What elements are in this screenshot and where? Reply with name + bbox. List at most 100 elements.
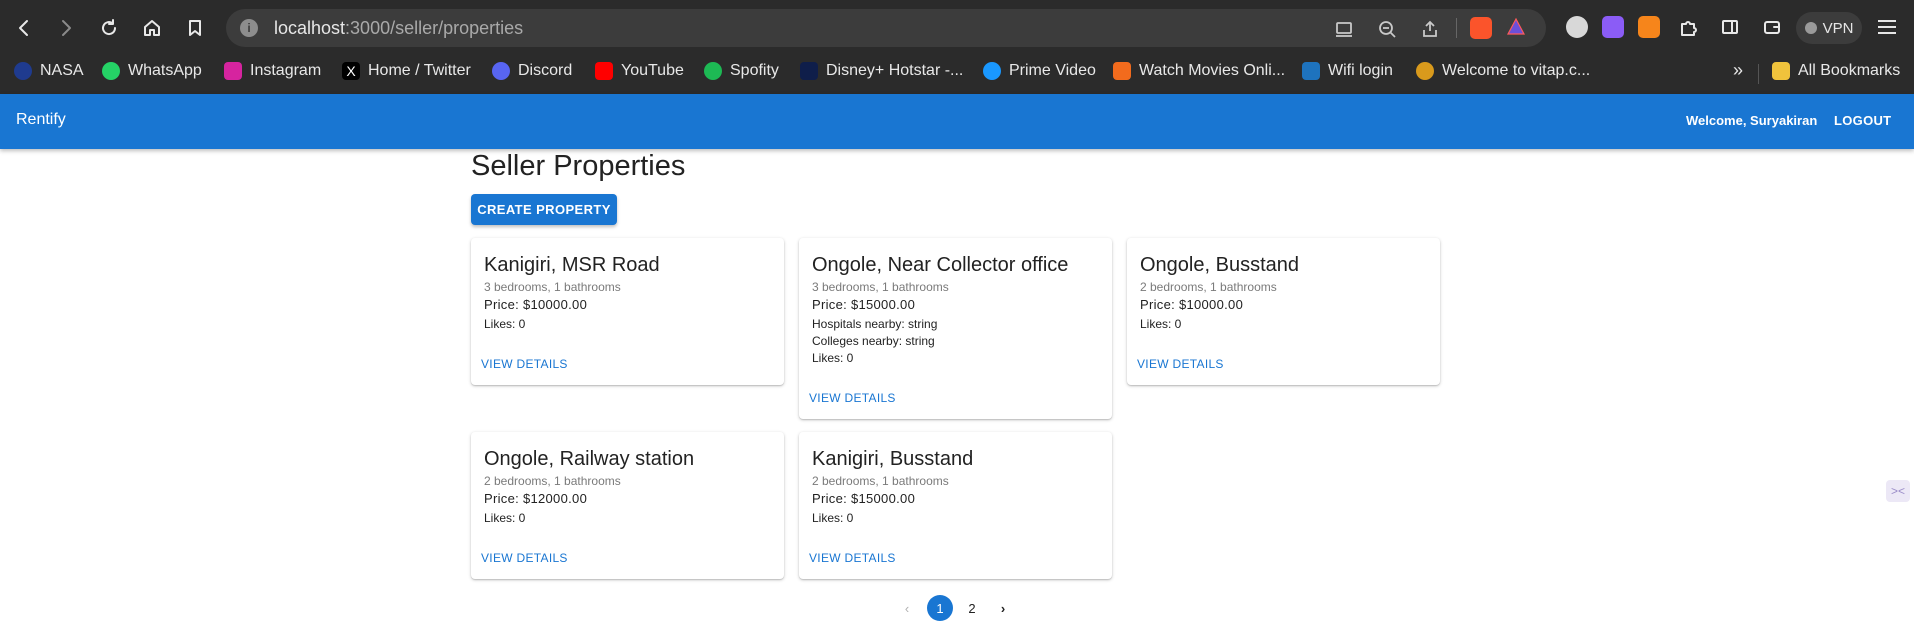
bookmark-label: NASA	[40, 62, 84, 79]
browser-menu-icon[interactable]	[1876, 16, 1898, 38]
property-card: Kanigiri, MSR Road 3 bedrooms, 1 bathroo…	[471, 238, 784, 385]
bookmarks-divider	[1758, 64, 1759, 84]
bookmark-label: Prime Video	[1009, 62, 1096, 79]
property-title: Kanigiri, Busstand	[812, 448, 974, 470]
property-price: Price: $12000.00	[484, 491, 588, 506]
brave-shields-icon[interactable]	[1470, 17, 1492, 39]
share-icon[interactable]	[1420, 19, 1440, 39]
pagination-prev-icon[interactable]: ‹	[894, 595, 920, 621]
all-bookmarks[interactable]: All Bookmarks	[1772, 56, 1900, 86]
logout-button[interactable]: LOGOUT	[1834, 113, 1891, 128]
bookmark-label: Instagram	[250, 62, 322, 79]
property-specs: 2 bedrooms, 1 bathrooms	[1140, 280, 1277, 294]
bookmarks-bar: NASA WhatsApp Instagram X Home / Twitter …	[0, 56, 1914, 94]
sidebar-toggle-icon[interactable]	[1714, 11, 1746, 43]
page-title: Seller Properties	[471, 150, 686, 182]
reload-icon[interactable]	[93, 12, 125, 44]
bookmark-label: YouTube	[621, 62, 684, 79]
x-twitter-icon: X	[342, 62, 360, 80]
pagination-next-icon[interactable]: ›	[990, 595, 1016, 621]
bookmark-prime-video[interactable]: Prime Video	[983, 56, 1096, 86]
view-details-button[interactable]: VIEW DETAILS	[809, 391, 896, 405]
app-bar: Rentify Welcome, Suryakiran LOGOUT	[0, 94, 1914, 149]
vpn-button[interactable]: VPN	[1796, 12, 1862, 44]
bookmark-hotstar[interactable]: Disney+ Hotstar -...	[800, 56, 963, 86]
forward-icon[interactable]	[50, 12, 82, 44]
property-card: Ongole, Railway station 2 bedrooms, 1 ba…	[471, 432, 784, 579]
folder-icon	[1772, 62, 1790, 80]
property-specs: 3 bedrooms, 1 bathrooms	[812, 280, 949, 294]
bookmarks-overflow-icon[interactable]: »	[1733, 60, 1743, 81]
all-bookmarks-label: All Bookmarks	[1798, 62, 1901, 79]
bookmark-wifi-login[interactable]: Wifi login	[1302, 56, 1393, 86]
pagination-page-2[interactable]: 2	[959, 595, 985, 621]
bookmark-discord[interactable]: Discord	[492, 56, 572, 86]
metamask-icon[interactable]	[1638, 16, 1660, 38]
bookmark-label: Home / Twitter	[368, 62, 471, 79]
property-price: Price: $15000.00	[812, 491, 916, 506]
speed-dial-icon[interactable]	[1566, 16, 1588, 38]
property-likes: Likes: 0	[812, 511, 854, 525]
property-specs: 2 bedrooms, 1 bathrooms	[812, 474, 949, 488]
create-property-button[interactable]: CREATE PROPERTY	[471, 194, 617, 225]
site-info-icon[interactable]: i	[240, 19, 258, 37]
bookmark-nasa[interactable]: NASA	[14, 56, 84, 86]
bookmark-vitap[interactable]: Welcome to vitap.c...	[1416, 56, 1590, 86]
view-details-button[interactable]: VIEW DETAILS	[481, 357, 568, 371]
bookmark-label: Wifi login	[1328, 62, 1393, 79]
bookmark-label: Discord	[518, 62, 573, 79]
discord-icon	[492, 62, 510, 80]
wallet-icon[interactable]	[1756, 11, 1788, 43]
whatsapp-icon	[102, 62, 120, 80]
bookmark-youtube[interactable]: YouTube	[595, 56, 684, 86]
back-icon[interactable]	[8, 12, 40, 44]
wifi-login-icon	[1302, 62, 1320, 80]
bookmark-label: WhatsApp	[128, 62, 202, 79]
omnibox-divider	[1456, 18, 1457, 38]
property-likes: Likes: 0	[484, 317, 526, 331]
vpn-status-icon	[1804, 22, 1817, 34]
nasa-icon	[14, 62, 32, 80]
property-title: Kanigiri, MSR Road	[484, 254, 660, 276]
home-icon[interactable]	[136, 12, 168, 44]
bookmark-label: Disney+ Hotstar -...	[826, 62, 964, 79]
property-colleges: Colleges nearby: string	[812, 334, 935, 348]
browser-toolbar: i localhost:3000/seller/properties VPN	[0, 0, 1914, 56]
bookmark-spotify[interactable]: Spofity	[704, 56, 779, 86]
property-card: Ongole, Busstand 2 bedrooms, 1 bathrooms…	[1127, 238, 1440, 385]
bookmark-watch-movies[interactable]: Watch Movies Onli...	[1113, 56, 1285, 86]
property-price: Price: $15000.00	[812, 297, 916, 312]
pagination-page-1[interactable]: 1	[927, 595, 953, 621]
brave-rewards-icon[interactable]	[1506, 17, 1526, 37]
view-details-button[interactable]: VIEW DETAILS	[481, 551, 568, 565]
side-panel-icon[interactable]: ><	[1886, 480, 1910, 502]
bookmark-twitter[interactable]: X Home / Twitter	[342, 56, 471, 86]
property-title: Ongole, Busstand	[1140, 254, 1299, 276]
property-likes: Likes: 0	[812, 351, 854, 365]
address-bar[interactable]: i localhost:3000/seller/properties	[226, 9, 1546, 47]
view-details-button[interactable]: VIEW DETAILS	[809, 551, 896, 565]
youtube-icon	[595, 62, 613, 80]
url-text[interactable]: localhost:3000/seller/properties	[274, 18, 523, 39]
property-hospitals: Hospitals nearby: string	[812, 317, 938, 331]
cast-icon[interactable]	[1334, 19, 1354, 39]
property-price: Price: $10000.00	[484, 297, 588, 312]
property-price: Price: $10000.00	[1140, 297, 1244, 312]
property-likes: Likes: 0	[484, 511, 526, 525]
extension-purple-icon[interactable]	[1602, 16, 1624, 38]
instagram-icon	[224, 62, 242, 80]
url-path: :3000/seller/properties	[345, 18, 524, 38]
bookmark-whatsapp[interactable]: WhatsApp	[102, 56, 202, 86]
bookmark-instagram[interactable]: Instagram	[224, 56, 321, 86]
brand-logo[interactable]: Rentify	[16, 111, 66, 129]
view-details-button[interactable]: VIEW DETAILS	[1137, 357, 1224, 371]
property-card: Ongole, Near Collector office 3 bedrooms…	[799, 238, 1112, 419]
property-specs: 2 bedrooms, 1 bathrooms	[484, 474, 621, 488]
bookmark-icon[interactable]	[179, 12, 211, 44]
extensions-puzzle-icon[interactable]	[1672, 11, 1704, 43]
property-card: Kanigiri, Busstand 2 bedrooms, 1 bathroo…	[799, 432, 1112, 579]
aha-icon	[1113, 62, 1131, 80]
zoom-icon[interactable]	[1377, 19, 1397, 39]
bookmark-label: Watch Movies Onli...	[1139, 62, 1286, 79]
url-host: localhost	[274, 18, 346, 38]
